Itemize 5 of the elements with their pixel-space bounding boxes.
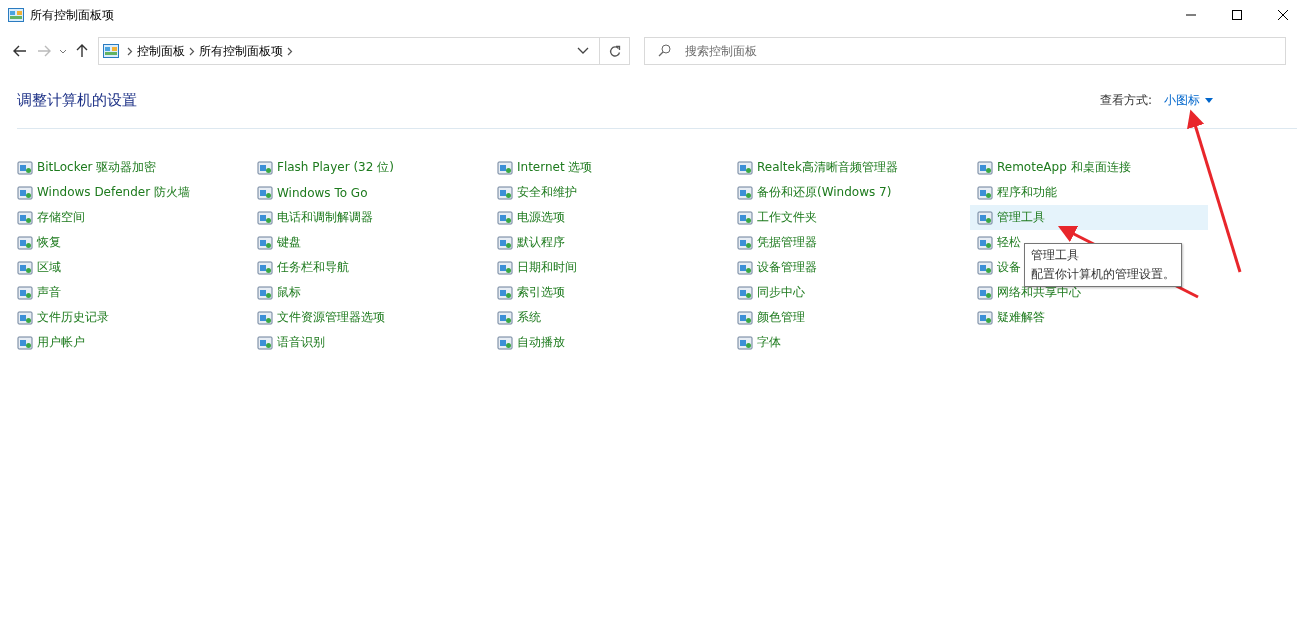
view-by-label: 查看方式:: [1099, 92, 1152, 109]
window-title: 所有控制面板项: [30, 6, 115, 24]
tooltip-description: 配置你计算机的管理设置。: [1031, 266, 1175, 283]
page-heading: 调整计算机的设置: [17, 91, 138, 110]
tooltip-title: 管理工具: [1031, 247, 1080, 264]
